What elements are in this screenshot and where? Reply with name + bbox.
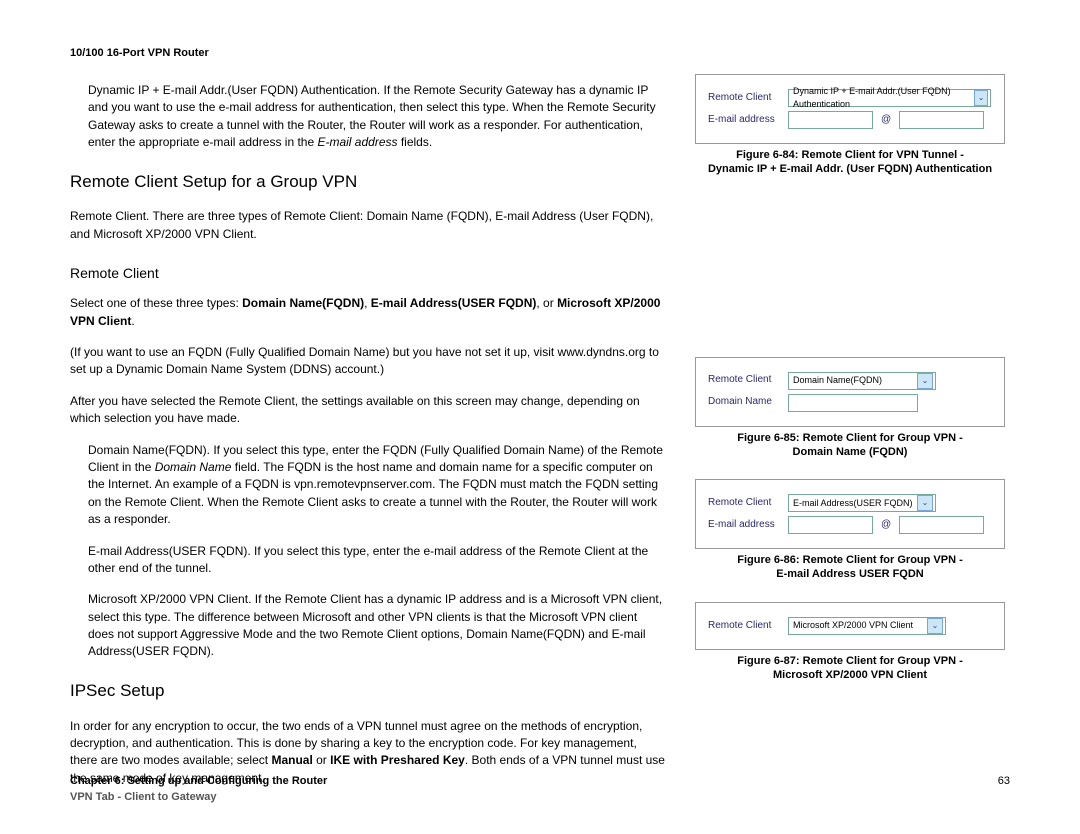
fig85-domain-name-input[interactable] xyxy=(788,394,918,412)
intro-paragraph: Dynamic IP + E-mail Addr.(User FQDN) Aut… xyxy=(88,82,665,152)
fig87-label-rc: Remote Client xyxy=(708,619,780,634)
fig86-label-rc: Remote Client xyxy=(708,496,780,511)
email-paragraph: E-mail Address(USER FQDN). If you select… xyxy=(88,543,665,578)
chevron-down-icon: ⌄ xyxy=(917,495,933,511)
fig87-cap-l1: Figure 6-87: Remote Client for Group VPN… xyxy=(737,655,963,667)
fig84-remote-client-select[interactable]: Dynamic IP + E-mail Addr.(User FQDN) Aut… xyxy=(788,89,991,107)
fig86-caption: Figure 6-86: Remote Client for Group VPN… xyxy=(695,553,1005,582)
ipsec-manual: Manual xyxy=(271,753,312,767)
type-domain-name: Domain Name(FQDN) xyxy=(242,296,364,310)
chevron-down-icon: ⌄ xyxy=(917,373,933,389)
figure-87: Remote Client Microsoft XP/2000 VPN Clie… xyxy=(695,602,1005,650)
microsoft-paragraph: Microsoft XP/2000 VPN Client. If the Rem… xyxy=(88,591,665,661)
fig85-label-dn: Domain Name xyxy=(708,395,780,410)
fig85-label-rc: Remote Client xyxy=(708,373,780,388)
fig86-cap-l1: Figure 6-86: Remote Client for Group VPN… xyxy=(737,554,963,566)
type-email: E-mail Address(USER FQDN) xyxy=(371,296,537,310)
fig87-remote-client-select[interactable]: Microsoft XP/2000 VPN Client ⌄ xyxy=(788,617,946,635)
page-number: 63 xyxy=(998,774,1010,806)
fig85-select-value: Domain Name(FQDN) xyxy=(793,374,882,387)
footer-section: VPN Tab - Client to Gateway xyxy=(70,790,327,806)
fig84-select-value: Dynamic IP + E-mail Addr.(User FQDN) Aut… xyxy=(793,85,974,111)
fig84-caption: Figure 6-84: Remote Client for VPN Tunne… xyxy=(695,148,1005,177)
fig86-remote-client-select[interactable]: E-mail Address(USER FQDN) ⌄ xyxy=(788,494,936,512)
ipsec-ike: IKE with Preshared Key xyxy=(330,753,465,767)
fig85-remote-client-select[interactable]: Domain Name(FQDN) ⌄ xyxy=(788,372,936,390)
intro-italic: E-mail address xyxy=(317,135,397,149)
figure-86: Remote Client E-mail Address(USER FQDN) … xyxy=(695,479,1005,549)
fig86-email-domain-input[interactable] xyxy=(899,516,984,534)
doc-header: 10/100 16-Port VPN Router xyxy=(70,46,665,62)
ipsec-mid: or xyxy=(313,753,330,767)
remote-client-intro: Remote Client. There are three types of … xyxy=(70,208,665,243)
fig85-caption: Figure 6-85: Remote Client for Group VPN… xyxy=(695,431,1005,460)
heading-remote-client-setup: Remote Client Setup for a Group VPN xyxy=(70,170,665,195)
figure-85: Remote Client Domain Name(FQDN) ⌄ Domain… xyxy=(695,357,1005,427)
fig84-at: @ xyxy=(881,113,891,128)
page-footer: Chapter 6: Setting up and Configuring th… xyxy=(70,774,1010,806)
fig84-email-domain-input[interactable] xyxy=(899,111,984,129)
intro-end: fields. xyxy=(398,135,433,149)
heading-remote-client: Remote Client xyxy=(70,263,665,283)
fig86-cap-l2: E-mail Address USER FQDN xyxy=(776,568,924,580)
fig84-cap-l1: Figure 6-84: Remote Client for VPN Tunne… xyxy=(736,149,964,161)
fig84-label-email: E-mail address xyxy=(708,113,780,128)
figure-84: Remote Client Dynamic IP + E-mail Addr.(… xyxy=(695,74,1005,144)
fig87-cap-l2: Microsoft XP/2000 VPN Client xyxy=(773,669,927,681)
fig86-label-email: E-mail address xyxy=(708,518,780,533)
after-select-note: After you have selected the Remote Clien… xyxy=(70,393,665,428)
fig86-email-local-input[interactable] xyxy=(788,516,873,534)
dn-ital: Domain Name xyxy=(155,460,232,474)
fqdn-note: (If you want to use an FQDN (Fully Quali… xyxy=(70,344,665,379)
fig85-cap-l1: Figure 6-85: Remote Client for Group VPN… xyxy=(737,432,963,444)
fig87-select-value: Microsoft XP/2000 VPN Client xyxy=(793,619,913,632)
comma2: , or xyxy=(536,296,557,310)
chevron-down-icon: ⌄ xyxy=(927,618,943,634)
fig84-label-rc: Remote Client xyxy=(708,91,780,106)
footer-chapter: Chapter 6: Setting up and Configuring th… xyxy=(70,774,327,790)
chevron-down-icon: ⌄ xyxy=(974,90,988,106)
fig85-cap-l2: Domain Name (FQDN) xyxy=(793,446,908,458)
fig84-cap-l2: Dynamic IP + E-mail Addr. (User FQDN) Au… xyxy=(708,163,992,175)
heading-ipsec-setup: IPSec Setup xyxy=(70,679,665,704)
select-types-paragraph: Select one of these three types: Domain … xyxy=(70,295,665,330)
period: . xyxy=(131,314,134,328)
fig86-at: @ xyxy=(881,518,891,533)
domain-name-paragraph: Domain Name(FQDN). If you select this ty… xyxy=(88,442,665,529)
fig84-email-local-input[interactable] xyxy=(788,111,873,129)
fig86-select-value: E-mail Address(USER FQDN) xyxy=(793,497,913,510)
comma1: , xyxy=(364,296,371,310)
fig87-caption: Figure 6-87: Remote Client for Group VPN… xyxy=(695,654,1005,683)
select-pre: Select one of these three types: xyxy=(70,296,242,310)
